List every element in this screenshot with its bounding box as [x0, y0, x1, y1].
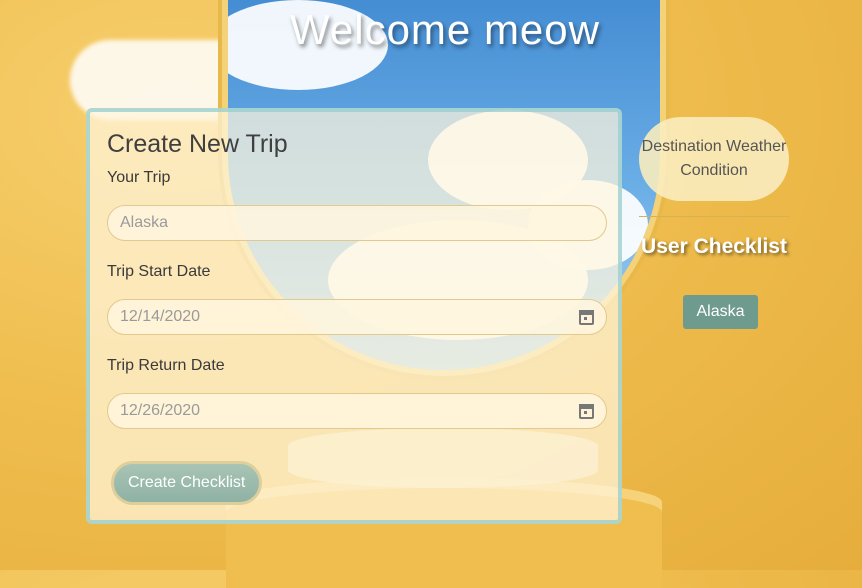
checklist-item-alaska[interactable]: Alaska	[683, 295, 758, 329]
calendar-icon[interactable]	[579, 309, 594, 325]
create-trip-form: Create New Trip Your Trip Alaska Trip St…	[86, 108, 622, 524]
calendar-icon[interactable]	[579, 403, 594, 419]
return-date-label: Trip Return Date	[107, 357, 225, 374]
user-checklist-heading: User Checklist	[641, 235, 787, 258]
start-date-value: 12/14/2020	[120, 308, 201, 325]
page-title: Welcome meow	[290, 6, 600, 53]
form-heading: Create New Trip	[107, 130, 288, 158]
trip-label: Your Trip	[107, 169, 171, 186]
start-date-label: Trip Start Date	[107, 263, 211, 280]
create-checklist-button[interactable]: Create Checklist	[111, 461, 263, 505]
sidebar-divider	[639, 216, 789, 217]
trip-input-value: Alaska	[120, 214, 169, 231]
destination-weather-button[interactable]: Destination Weather Condition	[639, 117, 789, 201]
trip-input[interactable]: Alaska	[107, 205, 607, 241]
return-date-input[interactable]: 12/26/2020	[107, 393, 607, 429]
start-date-input[interactable]: 12/14/2020	[107, 299, 607, 335]
return-date-value: 12/26/2020	[120, 402, 201, 419]
